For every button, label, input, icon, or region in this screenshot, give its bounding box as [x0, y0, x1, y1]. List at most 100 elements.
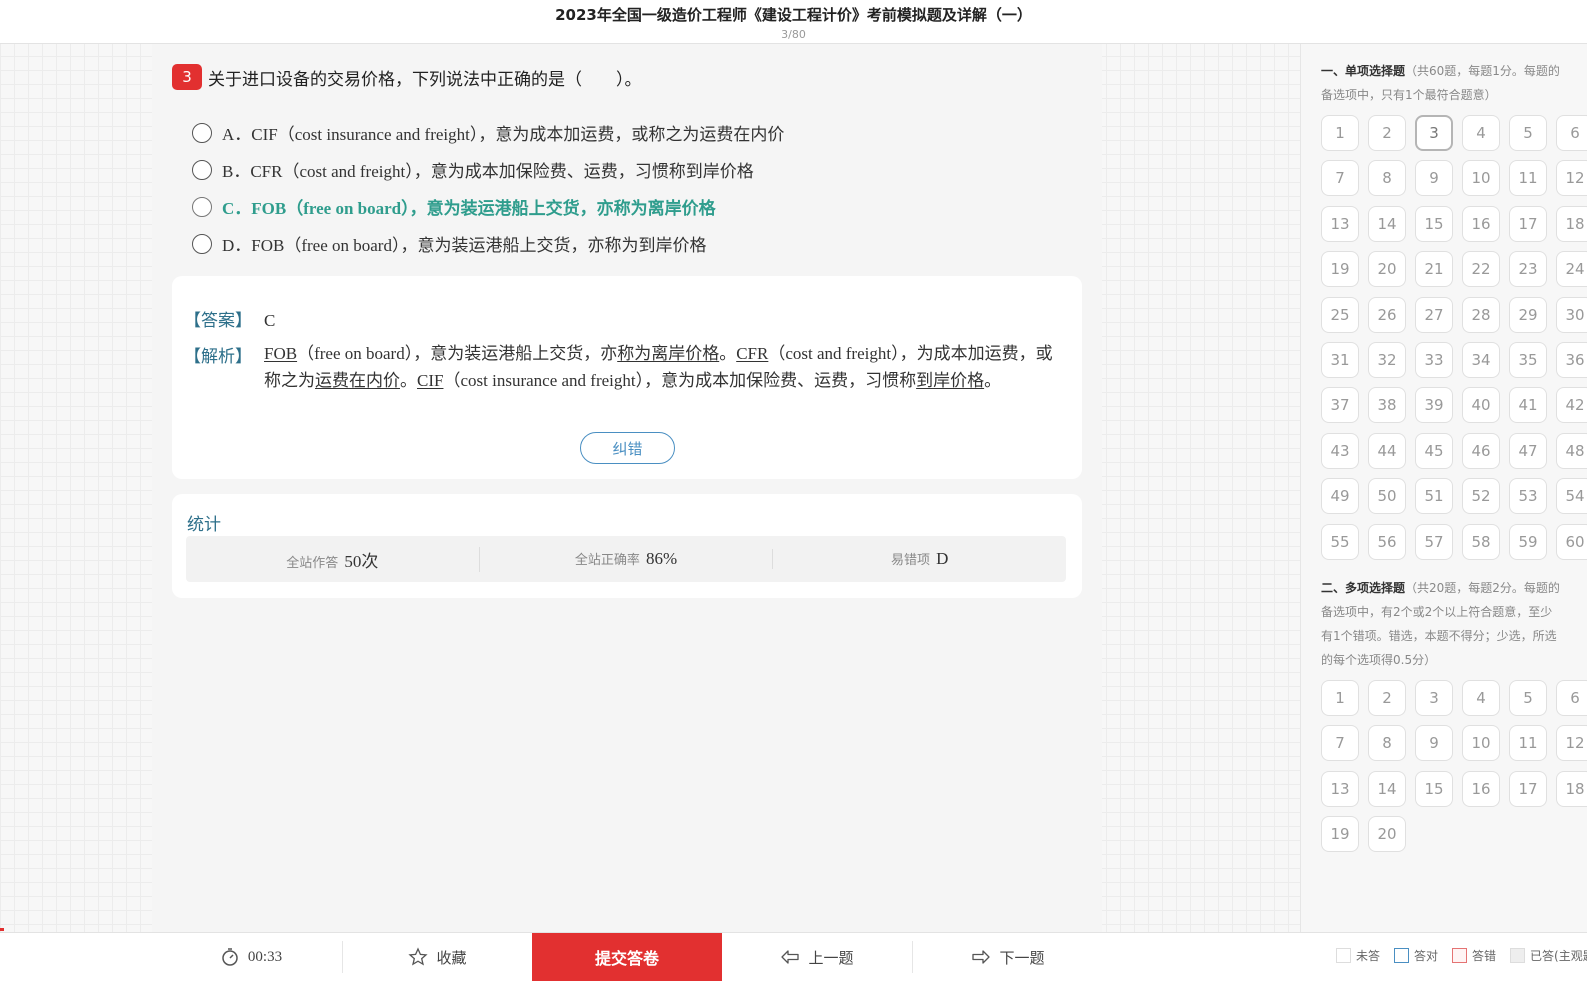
section1-question-10[interactable]: 10 — [1462, 160, 1500, 197]
section1-question-53[interactable]: 53 — [1509, 478, 1547, 515]
option-b[interactable]: B．CFR（cost and freight），意为成本加保险费、运费，习惯称到… — [192, 151, 784, 188]
section1-question-35[interactable]: 35 — [1509, 342, 1547, 378]
section1-question-18[interactable]: 18 — [1556, 205, 1587, 242]
section2-question-11[interactable]: 11 — [1509, 725, 1547, 762]
section1-question-22[interactable]: 22 — [1462, 251, 1500, 288]
section2-question-5[interactable]: 5 — [1509, 680, 1547, 716]
section1-question-43[interactable]: 43 — [1321, 432, 1359, 469]
section1-question-29[interactable]: 29 — [1509, 296, 1547, 333]
section2-question-3[interactable]: 3 — [1415, 680, 1453, 716]
section1-question-23[interactable]: 23 — [1509, 251, 1547, 288]
section1-question-51[interactable]: 51 — [1415, 478, 1453, 515]
section1-question-55[interactable]: 55 — [1321, 523, 1359, 560]
section1-question-47[interactable]: 47 — [1509, 432, 1547, 469]
section1-question-40[interactable]: 40 — [1462, 387, 1500, 424]
option-c[interactable]: C．FOB（free on board），意为装运港船上交货，亦称为离岸价格 — [192, 188, 784, 225]
section1-question-14[interactable]: 14 — [1368, 205, 1406, 242]
section1-question-50[interactable]: 50 — [1368, 478, 1406, 515]
section1-question-16[interactable]: 16 — [1462, 205, 1500, 242]
radio-icon[interactable] — [192, 196, 212, 217]
section2-question-13[interactable]: 13 — [1321, 770, 1359, 807]
section1-question-11[interactable]: 11 — [1509, 160, 1547, 197]
section1-question-59[interactable]: 59 — [1509, 523, 1547, 560]
section1-question-1[interactable]: 1 — [1321, 115, 1359, 151]
section1-question-24[interactable]: 24 — [1556, 251, 1587, 288]
section2-question-14[interactable]: 14 — [1368, 770, 1406, 807]
section1-question-56[interactable]: 56 — [1368, 523, 1406, 560]
section1-question-7[interactable]: 7 — [1321, 160, 1359, 197]
section1-question-38[interactable]: 38 — [1368, 387, 1406, 424]
section2-question-7[interactable]: 7 — [1321, 725, 1359, 762]
section1-question-5[interactable]: 5 — [1509, 115, 1547, 151]
bottom-toolbar: 00:33 收藏 提交答卷 上一题 下一题 未答 答对 答错 已答(主观题) — [0, 932, 1587, 992]
section1-question-57[interactable]: 57 — [1415, 523, 1453, 560]
section1-question-42[interactable]: 42 — [1556, 387, 1587, 424]
section2-question-1[interactable]: 1 — [1321, 680, 1359, 716]
favorite-button[interactable]: 收藏 — [343, 933, 532, 981]
radio-icon[interactable] — [192, 159, 212, 180]
section1-question-15[interactable]: 15 — [1415, 205, 1453, 242]
section2-question-10[interactable]: 10 — [1462, 725, 1500, 762]
section2-question-4[interactable]: 4 — [1462, 680, 1500, 716]
section1-question-32[interactable]: 32 — [1368, 342, 1406, 378]
section1-question-3[interactable]: 3 — [1415, 115, 1453, 151]
section1-question-49[interactable]: 49 — [1321, 478, 1359, 515]
section1-question-37[interactable]: 37 — [1321, 387, 1359, 424]
section1-question-19[interactable]: 19 — [1321, 251, 1359, 288]
section1-question-58[interactable]: 58 — [1462, 523, 1500, 560]
report-error-button[interactable]: 纠错 — [580, 432, 675, 464]
section1-question-28[interactable]: 28 — [1462, 296, 1500, 333]
section2-question-9[interactable]: 9 — [1415, 725, 1453, 762]
legend-subjective: 已答(主观题) — [1510, 947, 1587, 964]
section1-question-39[interactable]: 39 — [1415, 387, 1453, 424]
section1-question-2[interactable]: 2 — [1368, 115, 1406, 151]
section1-question-54[interactable]: 54 — [1556, 478, 1587, 515]
section2-question-2[interactable]: 2 — [1368, 680, 1406, 716]
next-question-button[interactable]: 下一题 — [913, 933, 1103, 981]
section1-question-60[interactable]: 60 — [1556, 523, 1587, 560]
section2-question-17[interactable]: 17 — [1509, 770, 1547, 807]
section1-question-44[interactable]: 44 — [1368, 432, 1406, 469]
submit-answers-button[interactable]: 提交答卷 — [532, 933, 722, 981]
section1-question-13[interactable]: 13 — [1321, 205, 1359, 242]
question-panel: 3 关于进口设备的交易价格，下列说法中正确的是（ ）。 A．CIF（cost i… — [152, 44, 1102, 932]
prev-question-button[interactable]: 上一题 — [722, 933, 912, 981]
radio-icon[interactable] — [192, 122, 212, 143]
section1-question-33[interactable]: 33 — [1415, 342, 1453, 378]
section2-question-6[interactable]: 6 — [1556, 680, 1587, 716]
section2-question-12[interactable]: 12 — [1556, 725, 1587, 762]
section2-question-15[interactable]: 15 — [1415, 770, 1453, 807]
section1-question-12[interactable]: 12 — [1556, 160, 1587, 197]
section1-question-46[interactable]: 46 — [1462, 432, 1500, 469]
section1-question-30[interactable]: 30 — [1556, 296, 1587, 333]
section1-question-21[interactable]: 21 — [1415, 251, 1453, 288]
section2-question-18[interactable]: 18 — [1556, 770, 1587, 807]
section1-question-31[interactable]: 31 — [1321, 342, 1359, 378]
section1-question-26[interactable]: 26 — [1368, 296, 1406, 333]
section1-question-45[interactable]: 45 — [1415, 432, 1453, 469]
radio-icon[interactable] — [192, 233, 212, 254]
section2-question-20[interactable]: 20 — [1368, 816, 1406, 853]
section1-question-17[interactable]: 17 — [1509, 205, 1547, 242]
analysis-label: 【解析】 — [184, 347, 252, 366]
section2-question-19[interactable]: 19 — [1321, 816, 1359, 853]
section1-question-4[interactable]: 4 — [1462, 115, 1500, 151]
section2-question-8[interactable]: 8 — [1368, 725, 1406, 762]
section1-question-6[interactable]: 6 — [1556, 115, 1587, 151]
section1-question-41[interactable]: 41 — [1509, 387, 1547, 424]
option-a[interactable]: A．CIF（cost insurance and freight），意为成本加运… — [192, 114, 784, 151]
section1-question-8[interactable]: 8 — [1368, 160, 1406, 197]
section1-question-9[interactable]: 9 — [1415, 160, 1453, 197]
section1-question-52[interactable]: 52 — [1462, 478, 1500, 515]
section1-question-48[interactable]: 48 — [1556, 432, 1587, 469]
section1-question-36[interactable]: 36 — [1556, 342, 1587, 378]
section1-question-34[interactable]: 34 — [1462, 342, 1500, 378]
stats-card: 统计 全站作答 50次 全站正确率 86% 易错项 D — [172, 494, 1082, 598]
swatch-right — [1394, 948, 1410, 963]
option-d[interactable]: D．FOB（free on board），意为装运港船上交货，亦称为到岸价格 — [192, 225, 784, 262]
section1-question-25[interactable]: 25 — [1321, 296, 1359, 333]
section1-question-20[interactable]: 20 — [1368, 251, 1406, 288]
section1-question-27[interactable]: 27 — [1415, 296, 1453, 333]
section2-question-16[interactable]: 16 — [1462, 770, 1500, 807]
stat-common-wrong-value: D — [936, 549, 949, 568]
